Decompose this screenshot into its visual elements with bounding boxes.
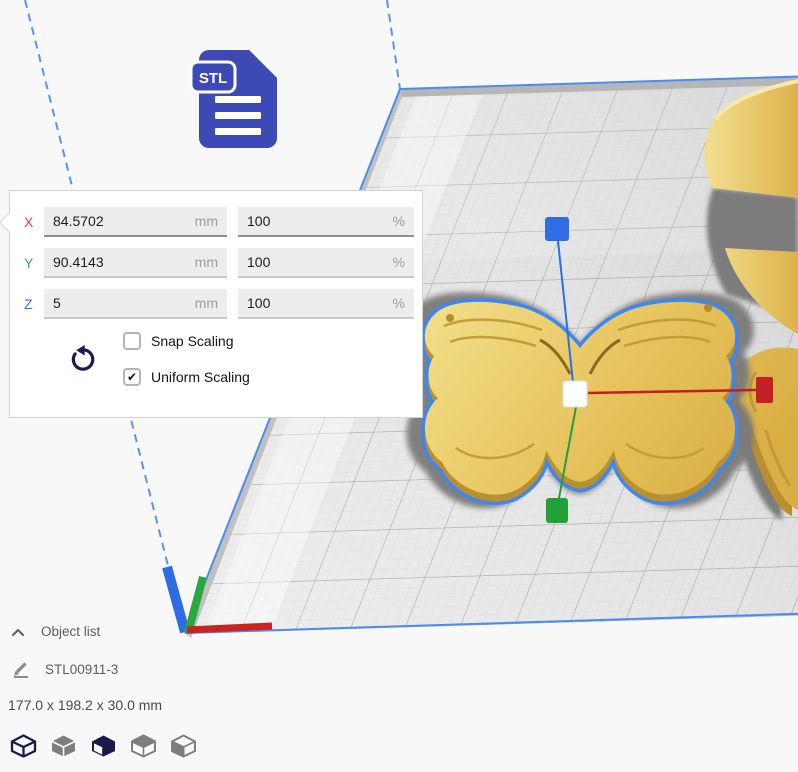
- unit-mm: mm: [195, 295, 218, 311]
- cube-gray-side-icon: [170, 734, 197, 758]
- cube-solid-gray-icon: [50, 734, 77, 758]
- checkmark-icon: ✔: [127, 371, 137, 383]
- cube-navy-white-face-icon: [90, 734, 117, 758]
- cube-gray-top-icon: [130, 734, 157, 758]
- cube-wireframe-icon: [10, 734, 37, 758]
- stl-badge-label: STL: [199, 70, 227, 87]
- object-dimensions: 177.0 x 198.2 x 30.0 mm: [8, 697, 162, 713]
- checkbox-box: ✔: [123, 368, 141, 386]
- view-right-button[interactable]: [170, 733, 198, 759]
- butterfly-antenna-hole: [704, 304, 712, 312]
- object-list-item[interactable]: STL00911-3: [12, 660, 118, 678]
- unit-percent: %: [393, 213, 405, 229]
- axis-z-label: Z: [24, 296, 39, 312]
- scale-y-percent-input[interactable]: 100 %: [238, 248, 414, 278]
- unit-mm: mm: [195, 254, 218, 270]
- scale-x-mm-input[interactable]: 84.5702 mm: [44, 207, 227, 237]
- camera-view-buttons: [10, 733, 198, 759]
- scale-x-percent-input[interactable]: 100 %: [238, 207, 414, 237]
- scale-row-z: Z 5 mm 100 %: [24, 289, 422, 319]
- unit-percent: %: [393, 254, 405, 270]
- snap-scaling-checkbox[interactable]: ✔ Snap Scaling: [123, 331, 250, 351]
- scale-row-y: Y 90.4143 mm 100 %: [24, 248, 422, 278]
- scale-y-mm-input[interactable]: 90.4143 mm: [44, 248, 227, 278]
- reset-scale-button[interactable]: [65, 342, 99, 376]
- axis-y-label: Y: [24, 255, 39, 271]
- scale-handle-z[interactable]: [545, 217, 569, 241]
- chevron-up-icon: [10, 627, 26, 637]
- reset-arrow-icon: [67, 344, 97, 374]
- view-front-button[interactable]: [50, 733, 78, 759]
- scale-handle-x[interactable]: [756, 377, 773, 403]
- object-list-toggle[interactable]: Object list: [10, 624, 100, 639]
- scale-handle-y[interactable]: [546, 498, 568, 523]
- scale-row-x: X 84.5702 mm 100 %: [24, 207, 422, 237]
- view-3d-button[interactable]: [10, 733, 38, 759]
- scale-z-mm-input[interactable]: 5 mm: [44, 289, 227, 319]
- scale-z-percent-input[interactable]: 100 %: [238, 289, 414, 319]
- object-item-name: STL00911-3: [45, 662, 118, 677]
- unit-mm: mm: [195, 213, 218, 229]
- scale-tool-panel: X 84.5702 mm 100 % Y 90.4143 mm 100 % Z …: [9, 190, 423, 418]
- unit-percent: %: [393, 295, 405, 311]
- object-list-title: Object list: [41, 624, 100, 639]
- scale-handle-center[interactable]: [563, 381, 587, 407]
- stl-file-icon: STL: [189, 50, 287, 150]
- view-left-button[interactable]: [130, 733, 158, 759]
- view-top-button[interactable]: [90, 733, 118, 759]
- pencil-edit-icon: [12, 660, 30, 678]
- butterfly-antenna-hole: [446, 314, 454, 322]
- uniform-scaling-checkbox[interactable]: ✔ Uniform Scaling: [123, 367, 250, 387]
- checkbox-box: ✔: [123, 332, 141, 350]
- axis-x-label: X: [24, 214, 39, 230]
